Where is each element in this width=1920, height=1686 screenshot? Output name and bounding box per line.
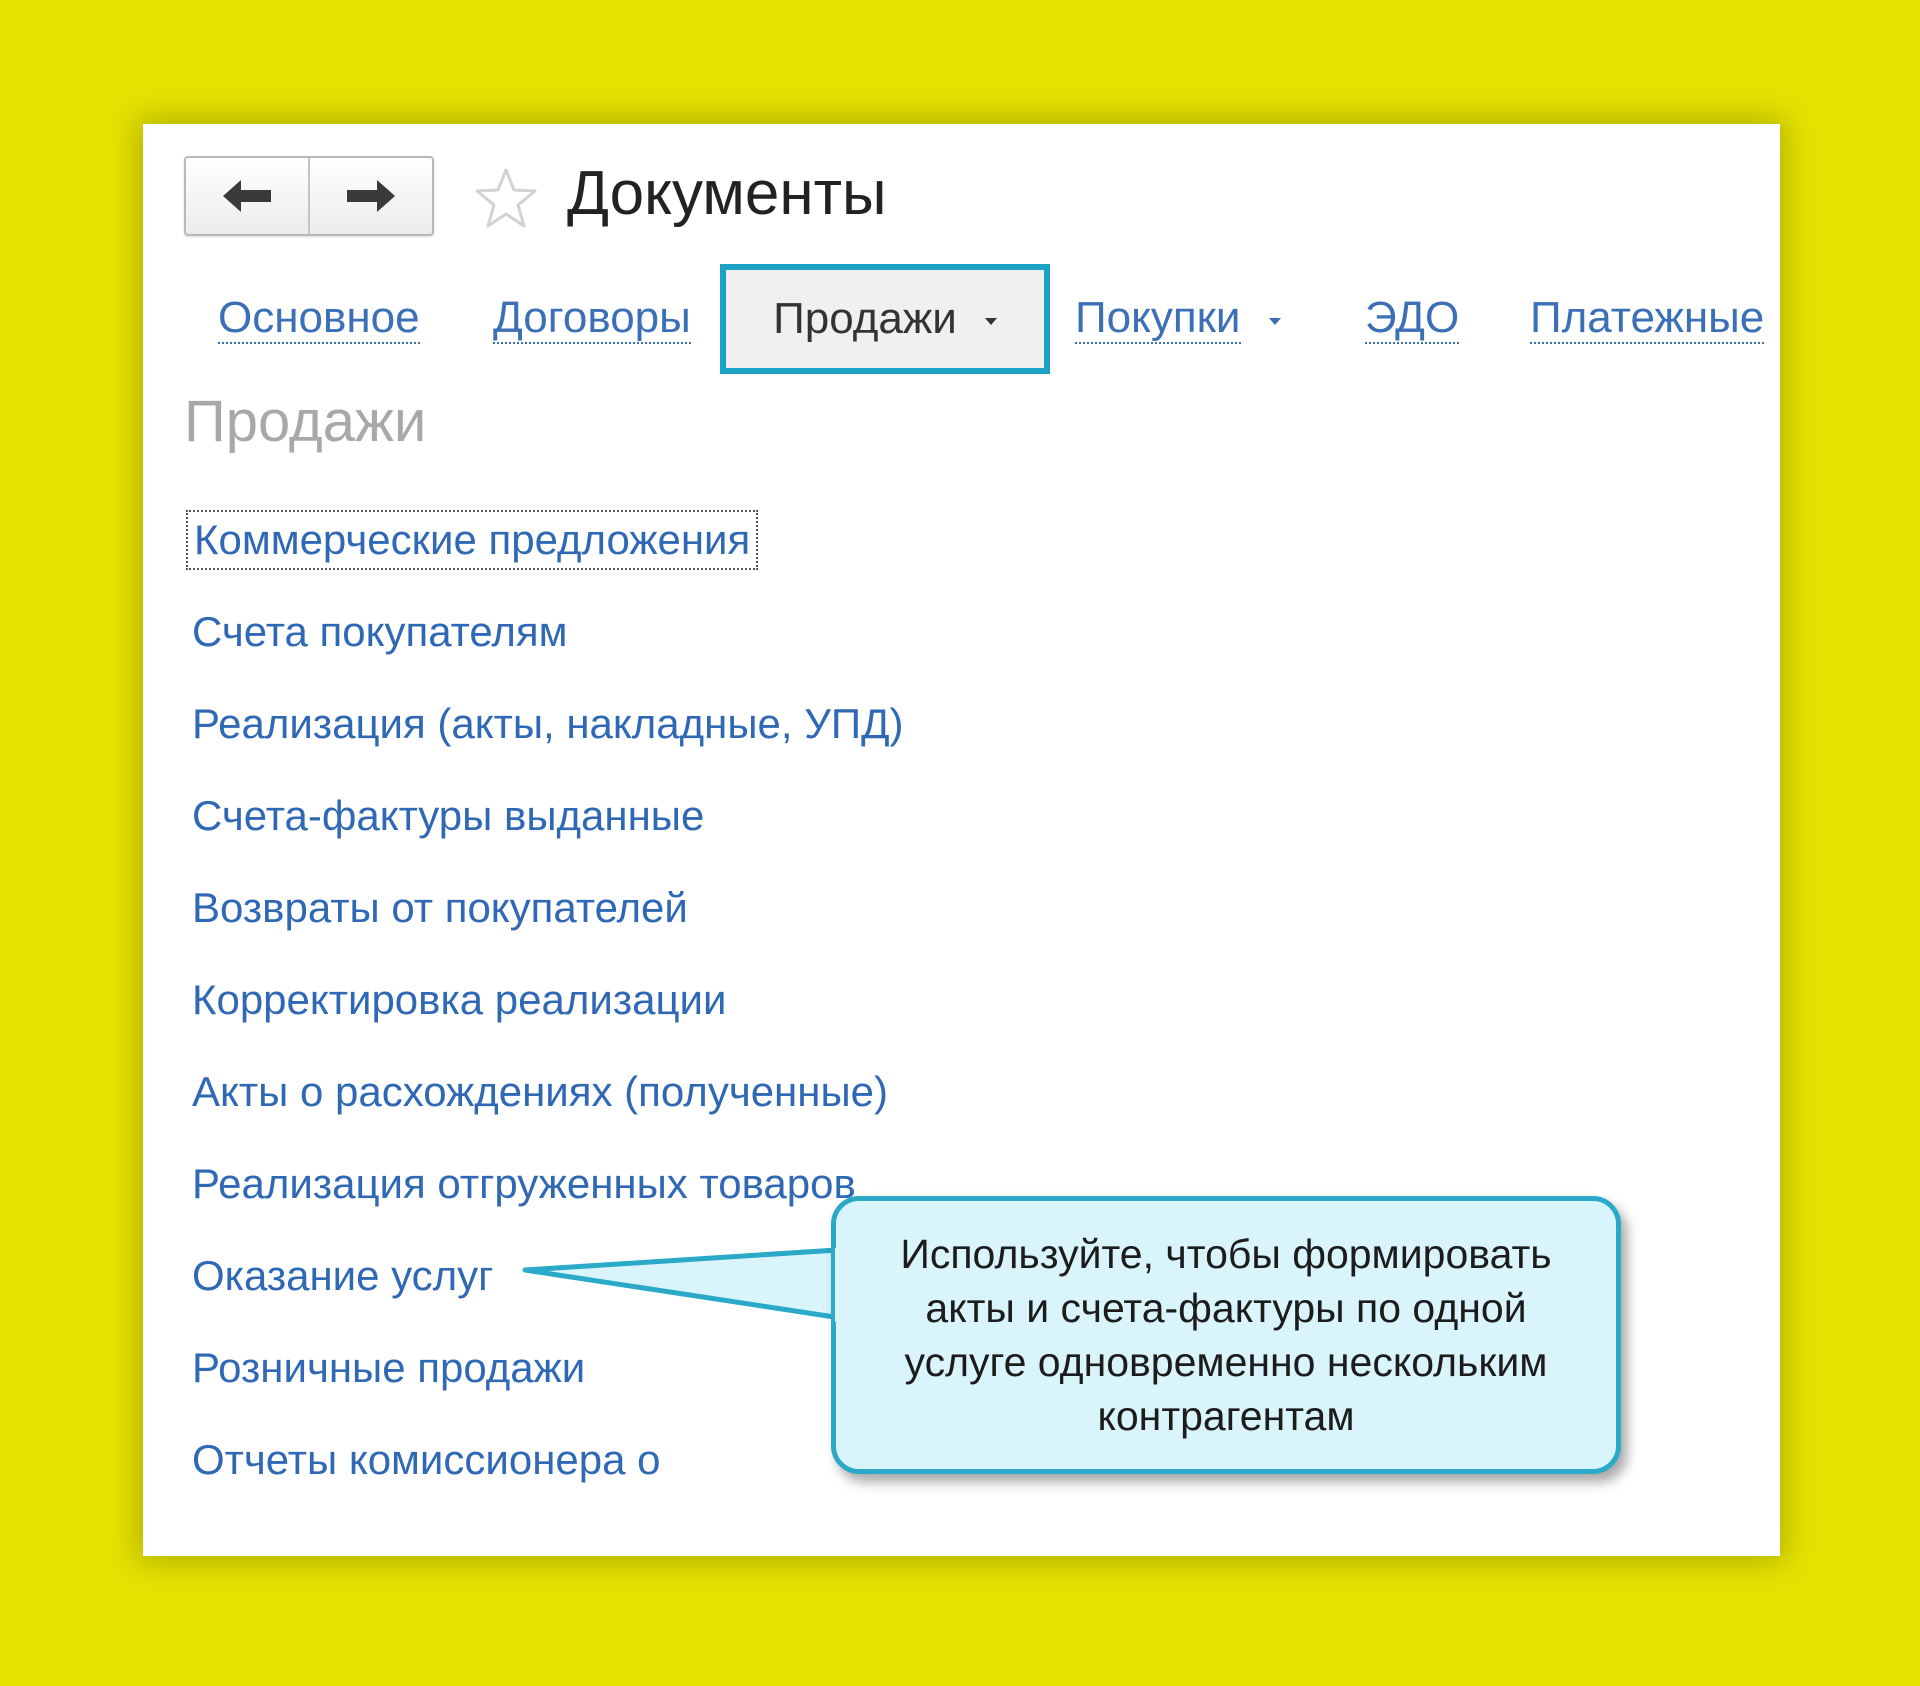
page-title: Документы xyxy=(567,159,887,228)
link-shipped-goods-realization[interactable]: Реализация отгруженных товаров xyxy=(192,1138,904,1230)
link-sales-adjustment[interactable]: Корректировка реализации xyxy=(192,954,904,1046)
tooltip-callout: Используйте, чтобы формировать акты и сч… xyxy=(831,1196,1621,1474)
chevron-down-icon xyxy=(1268,317,1281,325)
link-label: Реализация отгруженных товаров xyxy=(192,1160,856,1207)
tab-edo[interactable]: ЭДО xyxy=(1365,264,1460,374)
chevron-down-icon xyxy=(984,317,997,325)
arrow-right-icon xyxy=(347,180,395,212)
tab-osnovnoe[interactable]: Основное xyxy=(218,264,420,374)
documents-window: Документы Основное Договоры Продажи Поку… xyxy=(143,124,1780,1556)
link-customer-invoices[interactable]: Счета покупателям xyxy=(192,586,904,678)
arrow-left-icon xyxy=(223,180,271,212)
link-issued-tax-invoices[interactable]: Счета-фактуры выданные xyxy=(192,770,904,862)
star-icon[interactable] xyxy=(473,166,539,232)
tab-label: Основное xyxy=(218,293,420,344)
section-tabs: Основное Договоры Продажи Покупки ЭДО Пл… xyxy=(143,264,1780,374)
link-label: Отчеты комиссионера о xyxy=(192,1436,661,1483)
link-label: Возвраты от покупателей xyxy=(192,884,688,931)
tab-label: ЭДО xyxy=(1365,293,1460,344)
link-label: Счета покупателям xyxy=(192,608,568,655)
link-label: Корректировка реализации xyxy=(192,976,727,1023)
link-sales-realization[interactable]: Реализация (акты, накладные, УПД) xyxy=(192,678,904,770)
section-title: Продажи xyxy=(184,389,427,454)
link-commission-agent-reports[interactable]: Отчеты комиссионера о xyxy=(192,1414,904,1506)
link-label: Коммерческие предложения xyxy=(185,510,759,570)
link-label: Реализация (акты, накладные, УПД) xyxy=(192,700,904,747)
tab-label: Договоры xyxy=(493,293,691,344)
tab-label: Покупки xyxy=(1075,293,1241,344)
document-links-list: Коммерческие предложения Счета покупател… xyxy=(185,494,904,1506)
link-retail-sales[interactable]: Розничные продажи xyxy=(192,1322,904,1414)
back-button[interactable] xyxy=(186,158,308,234)
tab-prodazhi[interactable]: Продажи xyxy=(720,264,1050,374)
navigation-buttons xyxy=(184,156,434,236)
link-label: Розничные продажи xyxy=(192,1344,586,1391)
link-label: Акты о расхождениях (полученные) xyxy=(192,1068,888,1115)
link-services-rendering[interactable]: Оказание услуг xyxy=(192,1230,904,1322)
forward-button[interactable] xyxy=(308,158,432,234)
tab-pokupki[interactable]: Покупки xyxy=(1075,264,1281,374)
link-label: Счета-фактуры выданные xyxy=(192,792,705,839)
callout-text: Используйте, чтобы формировать акты и сч… xyxy=(900,1231,1552,1439)
link-discrepancy-acts[interactable]: Акты о расхождениях (полученные) xyxy=(192,1046,904,1138)
tab-platezhnye[interactable]: Платежные xyxy=(1530,264,1765,374)
link-commercial-offers[interactable]: Коммерческие предложения xyxy=(185,494,904,586)
tab-dogovory[interactable]: Договоры xyxy=(493,264,691,374)
tab-label: Платежные xyxy=(1530,293,1765,344)
link-label: Оказание услуг xyxy=(192,1252,494,1299)
link-customer-returns[interactable]: Возвраты от покупателей xyxy=(192,862,904,954)
tab-label: Продажи xyxy=(773,294,957,343)
